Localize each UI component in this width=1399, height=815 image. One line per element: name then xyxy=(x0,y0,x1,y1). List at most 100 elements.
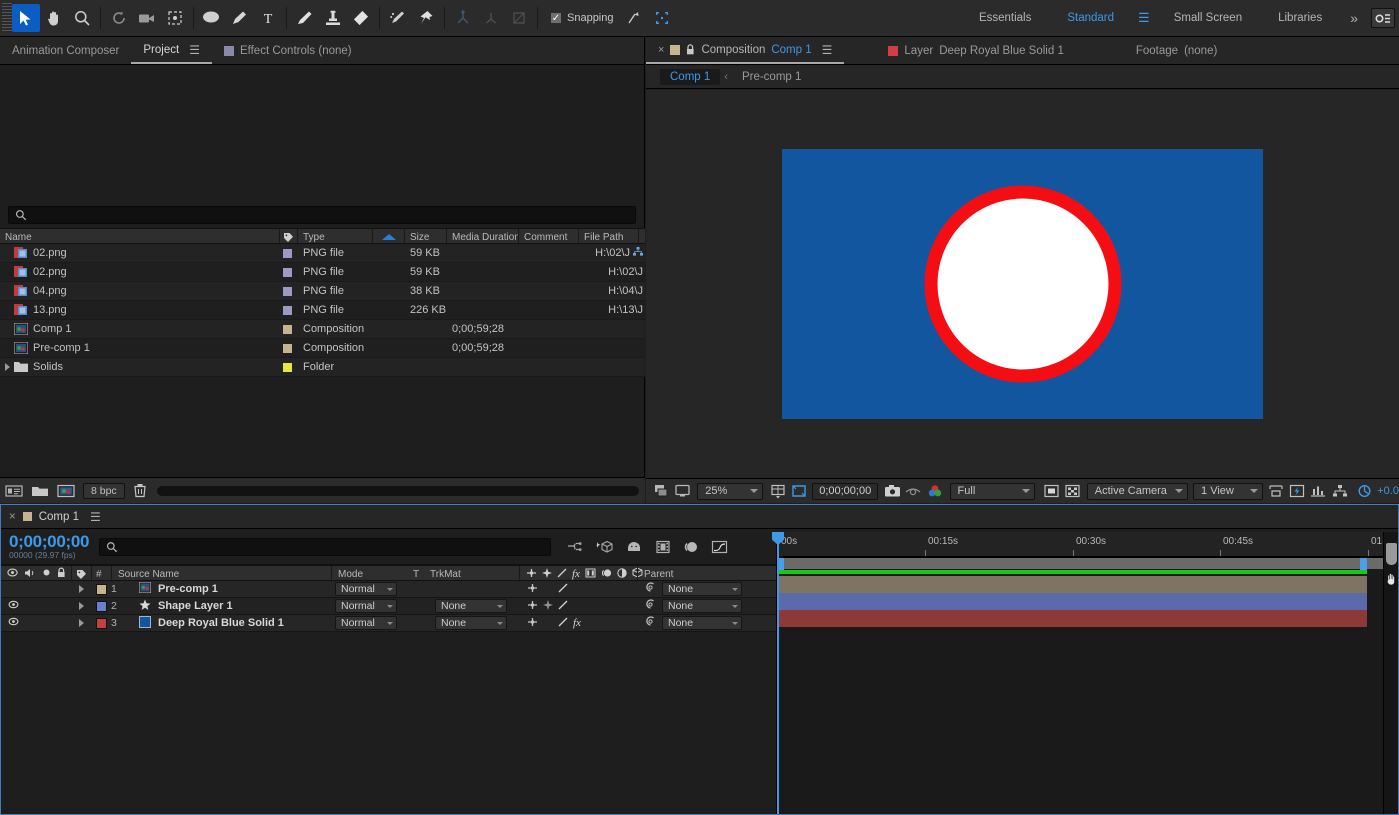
snapping-toggle[interactable]: ✓ Snapping xyxy=(550,12,614,24)
timeline-search[interactable] xyxy=(99,537,552,556)
lock-icon[interactable] xyxy=(686,44,695,55)
tab-footage-none[interactable]: Footage (none) xyxy=(1124,37,1229,64)
layer-label-swatch[interactable] xyxy=(91,581,111,598)
workspace-menu-icon[interactable]: ☰ xyxy=(1132,10,1156,26)
disclosure-triangle-icon[interactable] xyxy=(5,363,10,371)
layer-mode[interactable]: Normal xyxy=(331,581,409,598)
layer-preserve-transparency[interactable] xyxy=(409,615,431,632)
item-label-swatch-cell[interactable] xyxy=(280,358,298,377)
view-layout-select[interactable]: 1 View xyxy=(1193,482,1263,500)
camera-view-select[interactable]: Active Camera xyxy=(1086,482,1189,500)
enable-frame-blending-icon[interactable] xyxy=(655,540,671,554)
layer-preserve-transparency[interactable] xyxy=(409,581,431,598)
parent-pickwhip-icon[interactable] xyxy=(645,582,656,596)
snapping-checkbox[interactable]: ✓ xyxy=(550,12,562,24)
table-row[interactable]: 04.png PNG file 38 KB H:\04\J xyxy=(0,282,645,301)
shy-switch-icon[interactable] xyxy=(526,568,537,581)
parent-pickwhip-icon[interactable] xyxy=(645,616,656,630)
tab-animation-composer[interactable]: Animation Composer xyxy=(0,37,131,64)
current-time-display[interactable]: 0;00;00;00 xyxy=(812,482,879,500)
graph-editor-icon[interactable] xyxy=(711,540,728,554)
video-switch-icon[interactable] xyxy=(7,568,18,580)
main-viewer-icon[interactable] xyxy=(672,481,693,501)
timeline-view-icon[interactable] xyxy=(1308,481,1329,501)
world-axis-mode-icon[interactable] xyxy=(477,4,505,32)
tab-layer-solid[interactable]: Layer Deep Royal Blue Solid 1 xyxy=(876,37,1075,64)
collapse-transformations-icon[interactable] xyxy=(543,599,553,613)
effects-switch-icon[interactable]: fx xyxy=(573,617,581,629)
pan-hand-icon[interactable] xyxy=(1385,572,1398,586)
solo-switch-icon[interactable] xyxy=(42,568,51,580)
playhead[interactable] xyxy=(772,532,784,814)
always-preview-icon[interactable] xyxy=(651,481,672,501)
quality-switch-icon[interactable] xyxy=(557,568,567,581)
show-snapshot-icon[interactable] xyxy=(903,481,924,501)
item-label-swatch-cell[interactable] xyxy=(280,263,298,282)
panel-menu-icon[interactable]: ☰ xyxy=(90,510,101,524)
disclosure-triangle-icon[interactable] xyxy=(78,619,84,627)
layer-duration-bar[interactable] xyxy=(779,576,1367,593)
layer-mode[interactable]: Normal xyxy=(331,615,409,632)
project-horizontal-scrollbar[interactable] xyxy=(156,485,639,496)
workspace-standard[interactable]: Standard xyxy=(1049,0,1132,37)
timeline-tab-title[interactable]: Comp 1 xyxy=(39,511,79,523)
effects-switch-icon[interactable]: fx xyxy=(572,568,580,580)
layer-expand-toggle[interactable] xyxy=(71,615,91,632)
work-area-end-handle[interactable] xyxy=(1360,558,1367,570)
bit-depth-button[interactable]: 8 bpc xyxy=(83,482,125,499)
audio-switch-icon[interactable] xyxy=(24,568,36,581)
layer-source-name[interactable]: Pre-comp 1 xyxy=(131,581,331,598)
new-composition-icon[interactable] xyxy=(57,484,75,498)
time-ruler[interactable]: 00s00:15s00:30s00:45s01:00 xyxy=(777,532,1398,557)
shy-switch-icon[interactable] xyxy=(527,617,538,630)
table-row[interactable]: 02.png PNG file 59 KB H:\02\J xyxy=(0,263,645,282)
item-label-swatch-cell[interactable] xyxy=(280,244,298,263)
snapshot-icon[interactable] xyxy=(882,481,903,501)
composition-canvas[interactable] xyxy=(782,149,1263,419)
table-row[interactable]: 13.png PNG file 226 KB H:\13\J xyxy=(0,301,645,320)
item-label-swatch-cell[interactable] xyxy=(280,282,298,301)
layer-label-swatch[interactable] xyxy=(91,615,111,632)
composition-mini-flowchart-icon[interactable] xyxy=(567,540,584,554)
parent-pickwhip-icon[interactable] xyxy=(645,599,656,613)
layer-expand-toggle[interactable] xyxy=(71,598,91,615)
item-label-swatch-cell[interactable] xyxy=(280,301,298,320)
brush-tool[interactable] xyxy=(291,4,319,32)
roto-brush-tool[interactable] xyxy=(384,4,412,32)
parent-select[interactable]: None xyxy=(662,582,742,596)
adjustment-layer-icon[interactable] xyxy=(617,567,627,581)
resolution-grid-icon[interactable] xyxy=(767,481,788,501)
video-toggle-icon[interactable] xyxy=(8,600,19,612)
scrollbar-thumb[interactable] xyxy=(1386,543,1397,565)
tab-composition-comp1[interactable]: × Composition Comp 1 ☰ xyxy=(646,37,845,64)
eraser-tool[interactable] xyxy=(347,4,375,32)
enable-motion-blur-icon[interactable] xyxy=(683,540,699,554)
layer-mode[interactable]: Normal xyxy=(331,598,409,615)
close-icon[interactable]: × xyxy=(658,44,664,56)
rotation-tool[interactable] xyxy=(105,4,133,32)
local-axis-mode-icon[interactable] xyxy=(449,4,477,32)
table-row[interactable]: 02.png PNG file 59 KB H:\02\J xyxy=(0,244,645,263)
layer-trkmat[interactable]: None xyxy=(431,615,521,632)
parent-select[interactable]: None xyxy=(662,599,742,613)
layer-source-name[interactable]: Deep Royal Blue Solid 1 xyxy=(131,615,331,632)
shy-switch-icon[interactable] xyxy=(527,600,538,613)
comp-flowchart-icon[interactable] xyxy=(1329,481,1350,501)
toggle-transparency-grid-icon[interactable] xyxy=(1062,481,1083,501)
exposure-reset-icon[interactable] xyxy=(1354,481,1375,501)
timeline-vertical-scrollbar[interactable] xyxy=(1383,532,1398,814)
workspace-overflow-icon[interactable]: » xyxy=(1340,10,1367,26)
project-search[interactable] xyxy=(8,206,636,224)
timeline-graph-area[interactable]: 00s00:15s00:30s00:45s01:00 xyxy=(772,532,1398,814)
draft-3d-icon[interactable] xyxy=(596,540,613,554)
collapse-transformations-icon[interactable] xyxy=(542,567,552,581)
workspace-libraries[interactable]: Libraries xyxy=(1260,0,1340,37)
timeline-search-input[interactable] xyxy=(121,540,545,553)
project-search-input[interactable] xyxy=(30,209,629,221)
layer-source-name[interactable]: Shape Layer 1 xyxy=(131,598,331,615)
lock-switch-icon[interactable] xyxy=(57,567,66,581)
mode-select[interactable]: Normal xyxy=(335,616,397,630)
layer-expand-toggle[interactable] xyxy=(71,581,91,598)
item-label-swatch-cell[interactable] xyxy=(280,339,298,358)
interpret-footage-icon[interactable] xyxy=(5,484,23,498)
